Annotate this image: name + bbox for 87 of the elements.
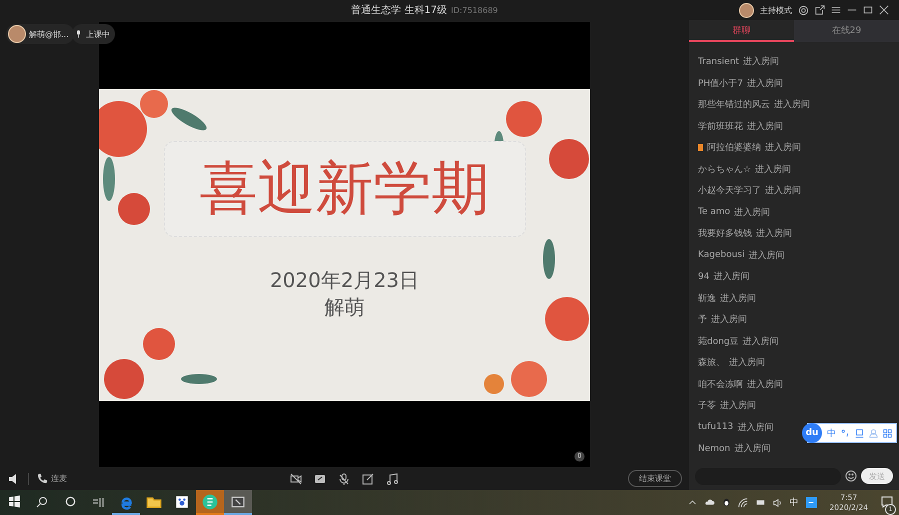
chat-username: Kagebousi xyxy=(698,250,745,260)
baidu-ime-logo[interactable]: du xyxy=(802,423,822,443)
settings-icon[interactable] xyxy=(798,4,809,16)
camera-off-icon[interactable] xyxy=(290,472,302,484)
close-icon[interactable] xyxy=(879,5,889,15)
chat-username: 咱不会冻啊 xyxy=(698,378,743,391)
screen-share-icon[interactable] xyxy=(314,472,326,484)
host-mode-label[interactable]: 主持模式 xyxy=(760,4,792,16)
menu-icon[interactable] xyxy=(831,5,841,15)
chat-username: 靳逸 xyxy=(698,292,716,305)
search-icon[interactable] xyxy=(36,496,48,508)
chat-message: 进入房间 xyxy=(746,78,783,90)
penguin-icon[interactable] xyxy=(722,497,731,508)
grid-icon[interactable] xyxy=(883,428,892,438)
maximize-icon[interactable] xyxy=(863,5,873,15)
chat-username: 94 xyxy=(698,272,710,282)
chat-message: 进入房间 xyxy=(755,164,792,176)
chat-username: からちゃん☆ xyxy=(698,164,752,176)
chat-username: Transient xyxy=(698,56,740,67)
avatar[interactable] xyxy=(739,2,754,18)
chat-username: 予 xyxy=(698,314,707,326)
chat-message: 进入房间 xyxy=(734,206,770,219)
connect-mic-label[interactable]: 连麦 xyxy=(51,473,67,484)
start-icon[interactable] xyxy=(8,495,20,508)
chat-username: Te amo xyxy=(698,207,730,218)
chat-message: 进入房间 xyxy=(747,120,783,133)
input-language[interactable]: 中 xyxy=(790,496,799,509)
microphone-icon[interactable] xyxy=(574,451,585,462)
chat-username: 菀dong豆 xyxy=(698,336,739,348)
chat-message: 进入房间 xyxy=(713,270,750,284)
chat-message: 进入房间 xyxy=(720,400,756,412)
paw-icon[interactable] xyxy=(175,494,189,508)
slide-title: 喜迎新学期 xyxy=(164,140,526,236)
taskbar-app[interactable] xyxy=(224,490,252,515)
chat-message: 进入房间 xyxy=(774,98,810,112)
chat-message: 进入房间 xyxy=(711,314,747,326)
user-chip[interactable]: 解萌@邯... xyxy=(6,24,74,44)
phone-icon[interactable] xyxy=(37,473,48,484)
chat-message: 进入房间 xyxy=(765,142,801,154)
chat-username: 那些年错过的风云 xyxy=(698,98,770,112)
chat-username: 阿拉伯婆婆纳 xyxy=(707,142,761,154)
chat-message: 进入房间 xyxy=(756,228,792,240)
app-icon[interactable] xyxy=(202,494,218,510)
chat-message: 进入房间 xyxy=(737,422,774,434)
battery-icon[interactable] xyxy=(754,498,766,507)
microphone-icon[interactable] xyxy=(74,29,83,39)
chat-username: 小赵今天学习了 xyxy=(698,184,761,198)
notification-icon[interactable] xyxy=(881,496,893,508)
chat-message: 进入房间 xyxy=(743,56,780,68)
chat-message: 进入房间 xyxy=(742,336,779,348)
room-id: ID:7518689 xyxy=(451,6,498,14)
wifi-icon[interactable] xyxy=(738,498,748,508)
cup-icon[interactable] xyxy=(855,428,864,438)
chat-username: PH值小于7 xyxy=(698,78,743,90)
tab[interactable]: 在线29 xyxy=(794,20,899,42)
chat-message: 进入房间 xyxy=(720,292,756,305)
chat-message: 进入房间 xyxy=(729,356,765,370)
chat-message: 进入房间 xyxy=(765,184,801,198)
chat-message: 进入房间 xyxy=(734,442,770,456)
task-view-icon[interactable] xyxy=(92,496,104,508)
microphone-off-icon[interactable] xyxy=(338,472,350,484)
edit-icon[interactable] xyxy=(362,472,374,484)
chevron-up-icon[interactable] xyxy=(688,498,697,507)
popout-icon[interactable] xyxy=(815,5,825,15)
ime-language[interactable]: 中 xyxy=(827,426,836,440)
cortana-icon[interactable] xyxy=(64,496,76,507)
class-status-chip: 上课中 xyxy=(72,24,115,44)
chat-message: 进入房间 xyxy=(748,250,785,262)
screen-icon[interactable] xyxy=(231,494,245,508)
volume-icon[interactable] xyxy=(772,498,783,508)
chat-username: 学前班班花 xyxy=(698,120,743,133)
cloud-icon[interactable] xyxy=(704,498,715,507)
chat-username: tufu113 xyxy=(698,422,734,432)
music-icon[interactable] xyxy=(386,472,398,484)
punctuation-icon[interactable] xyxy=(841,428,850,438)
baidu-ime-icon[interactable] xyxy=(806,497,817,508)
badge-icon xyxy=(698,144,703,152)
emoji-icon[interactable] xyxy=(845,470,857,482)
slide-date: 2020年2月23日 xyxy=(270,266,420,294)
window-title: 普通生态学 生科17级 xyxy=(351,4,448,17)
end-class-button[interactable]: 结束课堂 xyxy=(628,470,682,487)
chat-username: 森旅、 xyxy=(698,356,725,370)
chat-message: 进入房间 xyxy=(747,378,783,391)
chat-username: Nemon xyxy=(698,444,730,454)
chat-username: 我要好多钱钱 xyxy=(698,228,752,240)
slide-author: 解萌 xyxy=(324,294,364,320)
chat-username: 子苓 xyxy=(698,400,716,412)
